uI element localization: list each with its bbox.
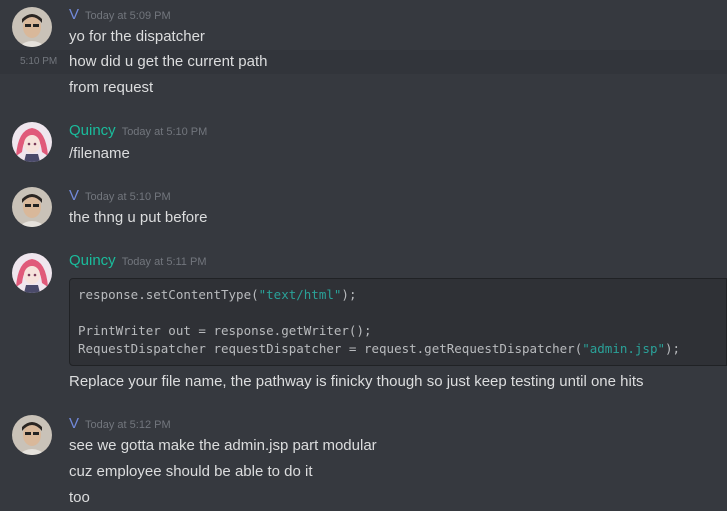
code-string: "admin.jsp" xyxy=(582,341,666,356)
author-name[interactable]: Quincy xyxy=(69,252,116,269)
code-text: ); xyxy=(665,341,681,356)
user-avatar-quincy[interactable] xyxy=(12,253,52,293)
timestamp: Today at 5:11 PM xyxy=(121,256,207,268)
code-text: ); xyxy=(341,287,357,302)
inline-timestamp: 5:10 PM xyxy=(20,56,58,67)
user-avatar-v[interactable] xyxy=(12,7,52,47)
message-header: V Today at 5:10 PM xyxy=(69,187,171,207)
message-header: V Today at 5:12 PM xyxy=(69,415,171,435)
timestamp: Today at 5:10 PM xyxy=(85,191,171,203)
code-text: PrintWriter out = response.getWriter(); xyxy=(78,323,372,338)
user-avatar-v[interactable] xyxy=(12,187,52,227)
author-name[interactable]: V xyxy=(69,415,79,432)
message-text: cuz employee should be able to do it xyxy=(69,463,313,480)
timestamp: Today at 5:09 PM xyxy=(85,10,171,22)
message-text: Replace your file name, the pathway is f… xyxy=(69,373,644,390)
code-text: response.setContentType( xyxy=(78,287,259,302)
user-avatar-quincy[interactable] xyxy=(12,122,52,162)
timestamp: Today at 5:10 PM xyxy=(121,126,208,138)
message-header: Quincy Today at 5:11 PM xyxy=(69,252,206,272)
chat-messages: V Today at 5:09 PM yo for the dispatcher … xyxy=(0,0,727,511)
message-text: /filename xyxy=(69,145,130,162)
code-text: RequestDispatcher requestDispatcher = re… xyxy=(78,341,583,356)
message-text: the thng u put before xyxy=(69,209,208,226)
message-header: Quincy Today at 5:10 PM xyxy=(69,122,207,142)
author-name[interactable]: Quincy xyxy=(69,122,116,139)
timestamp: Today at 5:12 PM xyxy=(85,419,171,431)
message-text: yo for the dispatcher xyxy=(69,28,205,45)
message-text: too xyxy=(69,489,90,506)
message-text: see we gotta make the admin.jsp part mod… xyxy=(69,437,377,454)
user-avatar-v[interactable] xyxy=(12,415,52,455)
code-string: "text/html" xyxy=(258,287,342,302)
message-text: from request xyxy=(69,79,154,96)
code-block[interactable]: response.setContentType("text/html"); Pr… xyxy=(69,278,727,366)
author-name[interactable]: V xyxy=(69,6,79,23)
message-header: V Today at 5:09 PM xyxy=(69,6,171,26)
message-text: how did u get the current path xyxy=(69,53,268,70)
author-name[interactable]: V xyxy=(69,187,79,204)
